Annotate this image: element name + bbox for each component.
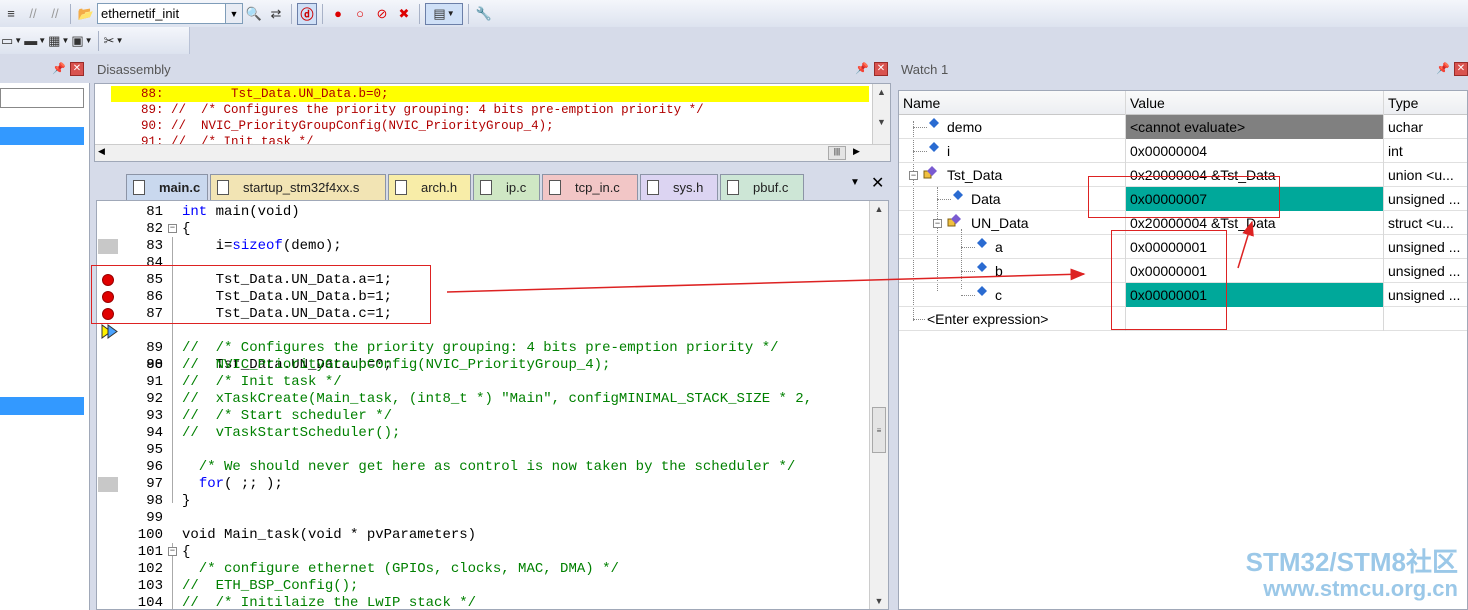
watermark: STM32/STM8社区 www.stmcu.org.cn: [1246, 548, 1458, 602]
annotation-arrows: [446, 220, 1254, 293]
annotation-arrow: [1237, 220, 1254, 269]
watermark-line1: STM32/STM8社区: [1245, 547, 1458, 577]
watermark-line2: www.stmcu.org.cn: [1263, 576, 1458, 601]
annotation-arrow: [446, 268, 1086, 293]
